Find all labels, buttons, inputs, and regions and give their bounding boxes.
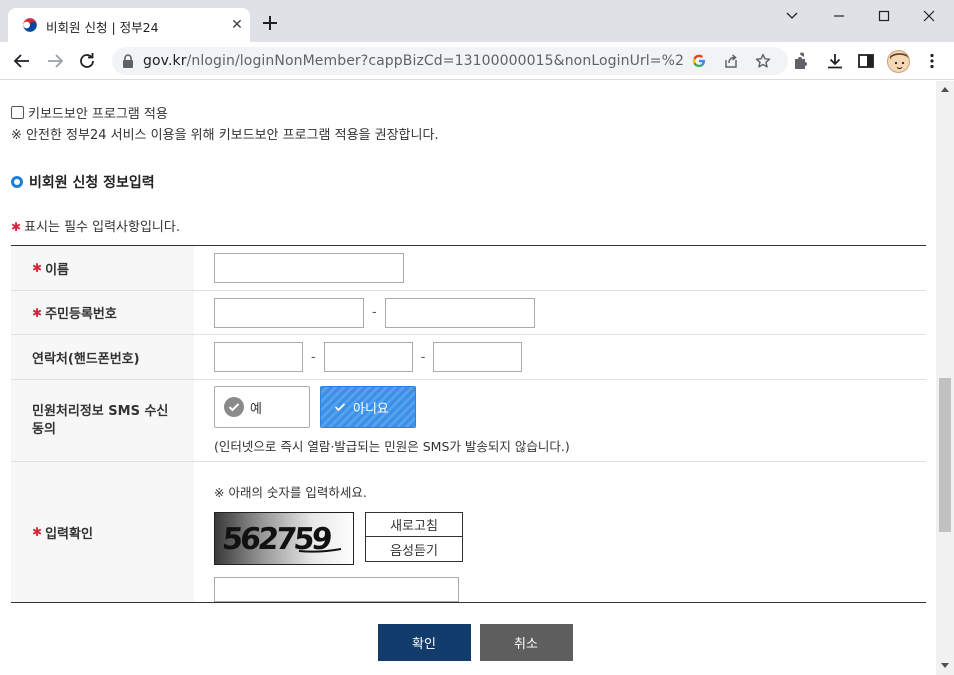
- phone-part1-input[interactable]: [214, 342, 303, 372]
- sms-yes-button[interactable]: 예: [214, 386, 310, 428]
- sms-note: (인터넷으로 즉시 열람·발급되는 민원은 SMS가 발송되지 않습니다.): [214, 439, 570, 454]
- captcha-cell: ※ 아래의 숫자를 입력하세요. 562759 새로고침 음성듣기: [194, 462, 926, 602]
- name-cell: [194, 246, 926, 290]
- audio-button[interactable]: 음성듣기: [365, 537, 463, 562]
- browser-tab[interactable]: 비회원 신청 | 정부24 ✕: [8, 8, 250, 42]
- confirm-button[interactable]: 확인: [377, 624, 471, 661]
- maximize-icon[interactable]: [870, 6, 898, 26]
- sms-label: 민원처리정보 SMS 수신동의: [11, 380, 194, 461]
- share-icon[interactable]: [722, 52, 740, 70]
- browser-toolbar: gov.kr/nlogin/loginNonMember?cappBizCd=1…: [0, 42, 954, 80]
- captcha-row: ✱ 입력확인 ※ 아래의 숫자를 입력하세요. 562759 새로고침 음성듣기: [11, 462, 926, 602]
- rrn-back-input[interactable]: [384, 297, 535, 328]
- side-panel-icon[interactable]: [856, 51, 876, 71]
- captcha-buttons: 새로고침 음성듣기: [365, 512, 463, 565]
- required-star-icon: ✱: [32, 525, 43, 539]
- form-actions: 확인 취소: [0, 624, 936, 661]
- required-star-icon: ✱: [11, 220, 22, 234]
- keyboard-security-note: ※ 안전한 정부24 서비스 이용을 위해 키보드보안 프로그램 적용을 권장합…: [11, 128, 439, 143]
- captcha-label-text: 입력확인: [45, 526, 93, 542]
- name-row: ✱ 이름: [11, 246, 926, 291]
- sms-options: 예 아니요: [214, 386, 416, 428]
- captcha-image: 562759: [214, 512, 354, 565]
- required-star-icon: ✱: [32, 261, 43, 275]
- gov-logo-icon: [22, 17, 38, 33]
- sms-label-text: 민원처리정보 SMS 수신동의: [32, 403, 169, 437]
- sms-row: 민원처리정보 SMS 수신동의 예 아니요 (인터넷으로 즉시 열람·발급되는 …: [11, 380, 926, 462]
- required-note-text: 표시는 필수 입력사항입니다.: [24, 220, 180, 235]
- google-icon[interactable]: [690, 52, 708, 70]
- phone-separator: -: [311, 349, 316, 365]
- download-icon[interactable]: [825, 51, 845, 71]
- keyboard-security-checkbox[interactable]: [11, 106, 24, 119]
- page-scrollbar[interactable]: [936, 81, 954, 675]
- captcha-box: 562759 새로고침 음성듣기: [214, 512, 463, 565]
- phone-part2-input[interactable]: [323, 342, 413, 372]
- cancel-button[interactable]: 취소: [479, 624, 573, 661]
- captcha-label: ✱ 입력확인: [11, 462, 194, 602]
- browser-tab-bar: 비회원 신청 | 정부24 ✕: [0, 0, 954, 42]
- more-icon[interactable]: [922, 51, 942, 71]
- rrn-front-input[interactable]: [214, 297, 364, 328]
- avatar-face-icon: [890, 53, 909, 69]
- tab-title: 비회원 신청 | 정부24: [46, 20, 159, 35]
- window-close-icon[interactable]: [915, 6, 943, 26]
- scroll-up-icon[interactable]: [940, 85, 950, 93]
- name-input[interactable]: [214, 253, 404, 283]
- scroll-thumb[interactable]: [939, 378, 951, 532]
- captcha-note: ※ 아래의 숫자를 입력하세요.: [214, 485, 367, 500]
- rrn-label: ✱ 주민등록번호: [11, 291, 194, 334]
- url-path: /nlogin/loginNonMember?cappBizCd=1310000…: [186, 53, 683, 69]
- name-label: ✱ 이름: [11, 246, 194, 290]
- rrn-row: ✱ 주민등록번호 -: [11, 291, 926, 335]
- minimize-icon[interactable]: [825, 6, 853, 26]
- star-icon[interactable]: [754, 52, 772, 70]
- phone-separator: -: [420, 349, 426, 365]
- rrn-cell: -: [194, 291, 926, 334]
- close-icon[interactable]: ✕: [228, 16, 246, 34]
- back-arrow-icon[interactable]: [11, 50, 33, 72]
- sms-yes-label: 예: [250, 401, 262, 417]
- phone-row: 연락처(핸드폰번호) - -: [11, 335, 926, 380]
- forward-arrow-icon[interactable]: [44, 50, 66, 72]
- name-label-text: 이름: [45, 262, 69, 278]
- lock-icon[interactable]: [122, 54, 134, 68]
- sms-cell: 예 아니요 (인터넷으로 즉시 열람·발급되는 민원은 SMS가 발송되지 않습…: [194, 380, 926, 461]
- extensions-icon[interactable]: [792, 51, 812, 71]
- rrn-separator: -: [372, 305, 377, 320]
- profile-avatar[interactable]: [887, 50, 910, 73]
- section-title: 비회원 신청 정보입력: [11, 172, 155, 192]
- chevron-down-icon[interactable]: [778, 6, 806, 26]
- nonmember-form: ✱ 이름 ✱ 주민등록번호 - 연락처(핸드폰번호) - - 민원처리정보 SM…: [11, 245, 926, 603]
- section-ring-icon: [11, 176, 23, 188]
- url-text: gov.kr/nlogin/loginNonMember?cappBizCd=1…: [143, 53, 683, 69]
- page-viewport: 키보드보안 프로그램 적용 ※ 안전한 정부24 서비스 이용을 위해 키보드보…: [0, 81, 936, 675]
- check-icon: [333, 400, 347, 414]
- rrn-label-text: 주민등록번호: [45, 307, 117, 322]
- sms-no-label: 아니요: [353, 401, 389, 417]
- keyboard-security-option[interactable]: 키보드보안 프로그램 적용: [11, 103, 168, 122]
- section-title-text: 비회원 신청 정보입력: [29, 175, 155, 191]
- required-note: ✱ 표시는 필수 입력사항입니다.: [11, 216, 180, 235]
- captcha-input[interactable]: [214, 577, 459, 602]
- plus-icon[interactable]: [260, 13, 280, 33]
- phone-cell: - -: [194, 335, 926, 379]
- scroll-down-icon[interactable]: [940, 662, 950, 670]
- refresh-button[interactable]: 새로고침: [365, 512, 463, 537]
- url-host: gov.kr: [143, 53, 187, 69]
- reload-icon[interactable]: [76, 50, 98, 72]
- keyboard-security-label: 키보드보안 프로그램 적용: [28, 107, 168, 122]
- phone-label: 연락처(핸드폰번호): [11, 335, 194, 379]
- phone-part3-input[interactable]: [433, 342, 523, 372]
- sms-no-button[interactable]: 아니요: [320, 386, 416, 428]
- check-circle-icon: [224, 397, 244, 417]
- required-star-icon: ✱: [32, 305, 43, 320]
- phone-label-text: 연락처(핸드폰번호): [32, 351, 140, 367]
- address-bar[interactable]: gov.kr/nlogin/loginNonMember?cappBizCd=1…: [112, 47, 788, 75]
